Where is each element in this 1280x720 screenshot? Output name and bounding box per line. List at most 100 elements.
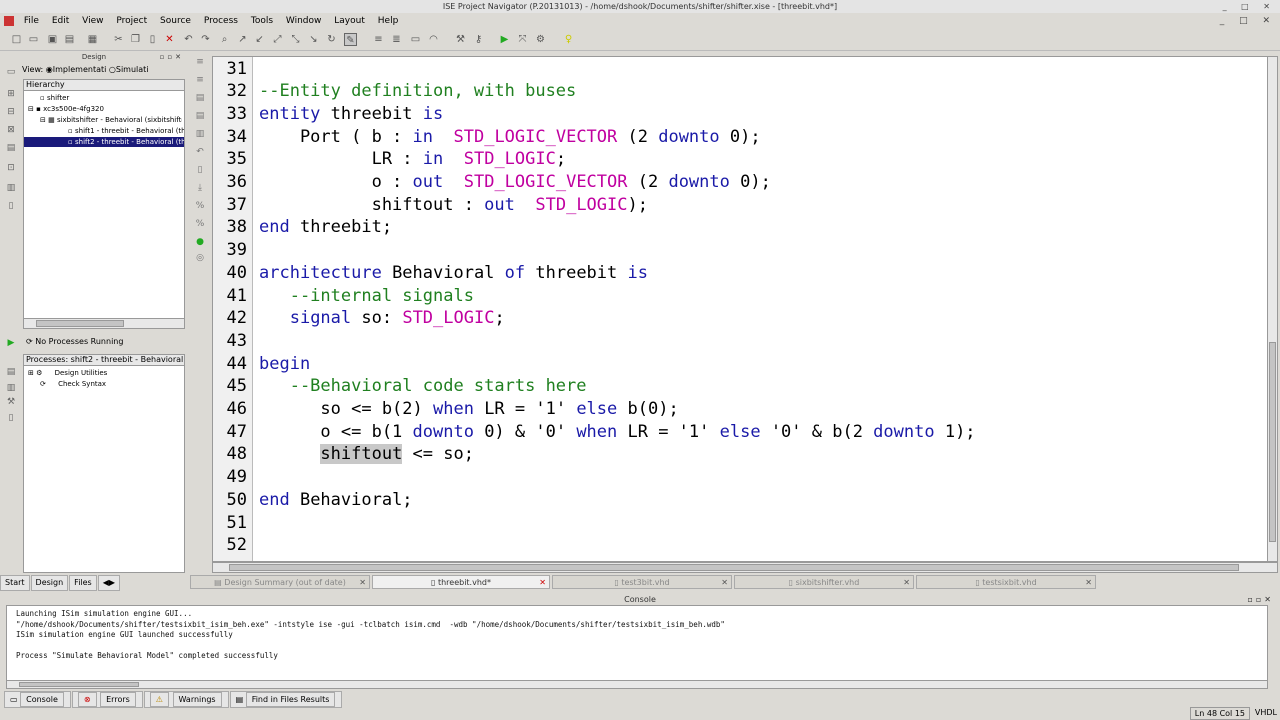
- gutter-icon-1[interactable]: ≡: [194, 56, 206, 68]
- code-line[interactable]: shiftout : out STD_LOGIC);: [259, 194, 648, 217]
- tab-design-summary[interactable]: ▤ Design Summary (out of date) ✕: [190, 575, 370, 589]
- tools-icon[interactable]: ⚙: [534, 33, 547, 46]
- tab-testsixbit[interactable]: ▯ testsixbit.vhd ✕: [916, 575, 1096, 589]
- hscroll-thumb[interactable]: [229, 564, 1239, 571]
- gutter-icon-3[interactable]: ▤: [194, 92, 206, 104]
- delete-icon[interactable]: ✕: [163, 33, 176, 46]
- menu-window[interactable]: Window: [281, 13, 327, 29]
- gutter-icon-8[interactable]: ⤓: [194, 182, 206, 194]
- run-icon[interactable]: ▶: [498, 33, 511, 46]
- refresh-icon[interactable]: ↻: [325, 33, 338, 46]
- code-editor[interactable]: 31 32 33 34 35 36 37 38 39 40 41 42 43 44 45 46 47 48 49 50…: [212, 56, 1268, 562]
- tab-start[interactable]: Start: [0, 575, 30, 591]
- save-icon[interactable]: ▣: [46, 33, 59, 46]
- processes-tree[interactable]: ⊞ ⚙ Design Utilities ⟳ Check Syntax: [23, 366, 185, 573]
- tab-threebit[interactable]: ▯ threebit.vhd* ✕: [372, 575, 550, 589]
- indent-icon[interactable]: ≡: [372, 33, 385, 46]
- open-folder-icon[interactable]: ▭: [27, 33, 40, 46]
- save-all-icon[interactable]: ▤: [63, 33, 76, 46]
- process-tool-icon-3[interactable]: ⚒: [5, 396, 17, 408]
- tab-design[interactable]: Design: [30, 575, 69, 591]
- gutter-icon-5[interactable]: ▥: [194, 128, 206, 140]
- zoom-out-icon[interactable]: ↙: [253, 33, 266, 46]
- menu-source[interactable]: Source: [155, 13, 196, 29]
- window-controls[interactable]: _ □ ✕: [1223, 0, 1276, 13]
- zoom-select-icon[interactable]: ↘: [307, 33, 320, 46]
- run-process-icon[interactable]: ▶: [5, 337, 17, 349]
- tab-libraries[interactable]: ◀▶: [97, 575, 121, 591]
- gutter-icon-4[interactable]: ▤: [194, 110, 206, 122]
- tab-test3bit[interactable]: ▯ test3bit.vhd ✕: [552, 575, 732, 589]
- zoom-in-icon[interactable]: ↗: [236, 33, 249, 46]
- gutter-icon-7[interactable]: ▯: [194, 164, 206, 176]
- console-panel-controls[interactable]: ▫▫✕: [1247, 594, 1274, 605]
- view-toggle-icon[interactable]: ▭: [5, 66, 17, 78]
- tree-item-shift2[interactable]: ▫ shift2 - threebit - Behavioral (threeb…: [24, 137, 184, 147]
- hierarchy-hscrollbar[interactable]: [23, 318, 185, 329]
- menu-tools[interactable]: Tools: [246, 13, 278, 29]
- process-check-syntax[interactable]: ⟳ Check Syntax: [40, 379, 180, 389]
- menu-view[interactable]: View: [77, 13, 108, 29]
- vscroll-thumb[interactable]: [1269, 342, 1276, 542]
- code-line[interactable]: begin: [259, 353, 310, 376]
- menu-help[interactable]: Help: [373, 13, 404, 29]
- tree-item-project[interactable]: ▫ shifter: [40, 93, 180, 103]
- redo-icon[interactable]: ↷: [199, 33, 212, 46]
- editor-vscrollbar[interactable]: [1267, 56, 1278, 562]
- code-line[interactable]: --Behavioral code starts here: [259, 375, 587, 398]
- process-tool-icon-1[interactable]: ▤: [5, 366, 17, 378]
- code-line[interactable]: shiftout <= so;: [259, 443, 474, 466]
- gutter-icon-2[interactable]: ≡: [194, 74, 206, 86]
- paste-icon[interactable]: ▯: [146, 33, 159, 46]
- expand-icon[interactable]: ⤧: [516, 33, 529, 46]
- menu-layout[interactable]: Layout: [329, 13, 370, 29]
- close-icon[interactable]: ✕: [359, 576, 366, 588]
- menu-file[interactable]: File: [19, 13, 44, 29]
- console-output[interactable]: Launching ISim simulation engine GUI... "…: [6, 605, 1268, 689]
- code-line[interactable]: o <= b(1 downto 0) & '0' when LR = '1' e…: [259, 421, 975, 444]
- code-line[interactable]: so <= b(2) when LR = '1' else b(0);: [259, 398, 678, 421]
- code-area[interactable]: --Entity definition, with buses entity th…: [259, 57, 1259, 561]
- cut-icon[interactable]: ✂: [112, 33, 125, 46]
- code-line[interactable]: --Entity definition, with buses: [259, 80, 576, 103]
- code-line[interactable]: end threebit;: [259, 216, 392, 239]
- add-copy-icon[interactable]: ⊟: [5, 106, 17, 118]
- code-line[interactable]: entity threebit is: [259, 103, 443, 126]
- code-line[interactable]: signal so: STD_LOGIC;: [259, 307, 505, 330]
- tab-sixbitshifter[interactable]: ▯ sixbitshifter.vhd ✕: [734, 575, 914, 589]
- process-tool-icon-4[interactable]: ▯: [5, 412, 17, 424]
- outdent-icon[interactable]: ≣: [390, 33, 403, 46]
- menu-project[interactable]: Project: [111, 13, 152, 29]
- key-icon[interactable]: ⚷: [472, 33, 485, 46]
- uncomment-icon[interactable]: ◠: [427, 33, 440, 46]
- undo-icon[interactable]: ↶: [182, 33, 195, 46]
- radio-implementation[interactable]: ◉Implementati: [46, 65, 107, 74]
- tree-item-shift1[interactable]: ▫ shift1 - threebit - Behavioral (threeb…: [68, 126, 184, 136]
- process-design-utilities[interactable]: ⊞ ⚙ Design Utilities: [28, 368, 178, 378]
- add-source-icon[interactable]: ⊞: [5, 88, 17, 100]
- gutter-icon-12[interactable]: ◎: [194, 252, 206, 264]
- tree-item-sixbitshifter[interactable]: ⊟ ▦ sixbitshifter - Behavioral (sixbitsh…: [40, 115, 182, 125]
- tab-files[interactable]: Files: [69, 575, 97, 591]
- gutter-icon-6[interactable]: ↶: [194, 146, 206, 158]
- close-icon[interactable]: ✕: [1085, 576, 1092, 588]
- lightbulb-icon[interactable]: ♀: [562, 33, 575, 46]
- process-tool-icon-2[interactable]: ▥: [5, 382, 17, 394]
- wrench-icon[interactable]: ⚒: [454, 33, 467, 46]
- new-file-icon[interactable]: □: [10, 33, 23, 46]
- editor-hscrollbar[interactable]: [212, 562, 1278, 573]
- pen-icon[interactable]: ✎: [344, 33, 357, 46]
- menu-edit[interactable]: Edit: [47, 13, 74, 29]
- find-icon[interactable]: ⌕: [218, 33, 231, 46]
- tree-item-device[interactable]: ⊟ ▪ xc3s500e-4fg320: [28, 104, 182, 114]
- gutter-icon-9[interactable]: %: [194, 200, 206, 212]
- library-icon[interactable]: ▥: [5, 182, 17, 194]
- print-icon[interactable]: ▦: [86, 33, 99, 46]
- console-hscrollbar[interactable]: [6, 680, 1268, 689]
- close-icon[interactable]: ✕: [903, 576, 910, 588]
- gutter-icon-11[interactable]: ●: [194, 236, 206, 248]
- code-line[interactable]: LR : in STD_LOGIC;: [259, 148, 567, 171]
- radio-simulation[interactable]: ○Simulati: [109, 65, 149, 74]
- gutter-icon-10[interactable]: %: [194, 218, 206, 230]
- menu-process[interactable]: Process: [199, 13, 243, 29]
